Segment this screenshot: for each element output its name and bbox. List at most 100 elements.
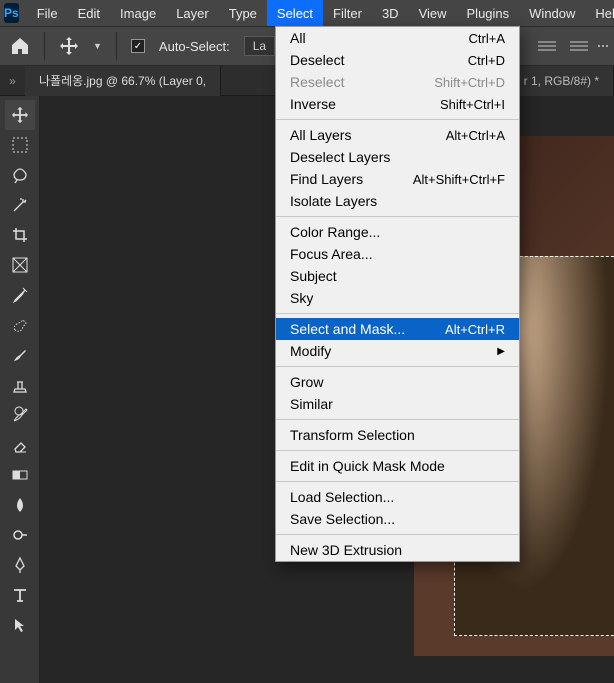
label: Reselect [290,74,344,90]
menu-all-layers[interactable]: All Layers Alt+Ctrl+A [276,124,519,146]
menu-help[interactable]: Help [585,0,614,26]
label: Deselect Layers [290,149,390,165]
label: Modify [290,343,331,359]
label: Sky [290,290,313,306]
menu-subject[interactable]: Subject [276,265,519,287]
menu-new-3d-extrusion[interactable]: New 3D Extrusion [276,539,519,561]
label: Select and Mask... [290,321,405,337]
gradient-tool[interactable] [5,460,35,490]
chevron-down-icon[interactable]: ▼ [93,41,102,51]
blur-tool[interactable] [5,490,35,520]
label: All [290,30,306,46]
label: Edit in Quick Mask Mode [290,458,445,474]
menu-isolate-layers[interactable]: Isolate Layers [276,190,519,212]
menu-window[interactable]: Window [519,0,585,26]
shortcut: Shift+Ctrl+I [440,97,505,112]
menu-edit[interactable]: Edit [68,0,110,26]
home-icon[interactable] [10,37,30,55]
label: Inverse [290,96,336,112]
marquee-tool[interactable] [5,130,35,160]
separator [276,481,519,482]
eyedropper-tool[interactable] [5,280,35,310]
label: Isolate Layers [290,193,377,209]
more-icon[interactable] [602,45,604,47]
menu-find-layers[interactable]: Find LayersAlt+Shift+Ctrl+F [276,168,519,190]
move-tool-icon[interactable] [59,36,79,56]
menu-save-selection[interactable]: Save Selection... [276,508,519,530]
dodge-tool[interactable] [5,520,35,550]
menu-select[interactable]: Select [267,0,323,26]
menu-type[interactable]: Type [219,0,267,26]
document-tab-active[interactable]: 나폴레옹.jpg @ 66.7% (Layer 0, [25,66,221,96]
crop-tool[interactable] [5,220,35,250]
menu-inverse[interactable]: Inverse Shift+Ctrl+I [276,93,519,115]
path-selection-tool[interactable] [5,610,35,640]
menu-3d[interactable]: 3D [372,0,409,26]
menu-modify[interactable]: Modify ▶ [276,340,519,362]
menu-plugins[interactable]: Plugins [457,0,520,26]
magic-wand-tool[interactable] [5,190,35,220]
menu-color-range[interactable]: Color Range... [276,221,519,243]
distribute-icon[interactable] [570,45,588,47]
submenu-arrow-icon: ▶ [497,346,505,357]
shortcut: Shift+Ctrl+D [434,75,505,90]
label: Transform Selection [290,427,415,443]
separator [276,216,519,217]
brush-tool[interactable] [5,340,35,370]
separator [116,32,117,60]
menu-transform-selection[interactable]: Transform Selection [276,424,519,446]
shortcut: Ctrl+D [468,53,505,68]
label: Subject [290,268,337,284]
label: Similar [290,396,333,412]
separator [276,419,519,420]
menu-image[interactable]: Image [110,0,166,26]
auto-select-checkbox[interactable]: ✓ [131,39,145,53]
separator [276,119,519,120]
shortcut: Ctrl+A [469,31,505,46]
label: Color Range... [290,224,380,240]
label: Focus Area... [290,246,372,262]
menu-file[interactable]: File [27,0,68,26]
menu-reselect: Reselect Shift+Ctrl+D [276,71,519,93]
app-logo: Ps [4,3,19,23]
menu-quick-mask[interactable]: Edit in Quick Mask Mode [276,455,519,477]
healing-brush-tool[interactable] [5,310,35,340]
menu-deselect-layers[interactable]: Deselect Layers [276,146,519,168]
shortcut: Alt+Ctrl+R [445,322,505,337]
menu-focus-area[interactable]: Focus Area... [276,243,519,265]
history-brush-tool[interactable] [5,400,35,430]
menu-grow[interactable]: Grow [276,371,519,393]
menu-similar[interactable]: Similar [276,393,519,415]
separator [276,534,519,535]
tab-handle[interactable]: » [0,74,25,88]
align-icon[interactable] [538,45,556,47]
menu-deselect[interactable]: Deselect Ctrl+D [276,49,519,71]
clone-stamp-tool[interactable] [5,370,35,400]
menu-all[interactable]: All Ctrl+A [276,27,519,49]
separator [276,366,519,367]
menu-layer[interactable]: Layer [166,0,219,26]
menu-load-selection[interactable]: Load Selection... [276,486,519,508]
document-tab-background[interactable]: r 1, RGB/8#) * [510,66,614,96]
label: Find Layers [290,171,363,187]
menu-filter[interactable]: Filter [323,0,372,26]
menu-select-and-mask[interactable]: Select and Mask... Alt+Ctrl+R [276,318,519,340]
frame-tool[interactable] [5,250,35,280]
label: All Layers [290,127,351,143]
select-menu-dropdown: All Ctrl+A Deselect Ctrl+D Reselect Shift+C… [275,26,520,562]
label: Save Selection... [290,511,395,527]
move-tool[interactable] [5,100,35,130]
lasso-tool[interactable] [5,160,35,190]
label: Load Selection... [290,489,394,505]
menu-view[interactable]: View [409,0,457,26]
eraser-tool[interactable] [5,430,35,460]
label: Deselect [290,52,344,68]
menu-sky[interactable]: Sky [276,287,519,309]
type-tool[interactable] [5,580,35,610]
auto-select-dropdown[interactable]: La [244,36,275,56]
tool-column [0,96,40,683]
shortcut: Alt+Ctrl+A [446,128,505,143]
pen-tool[interactable] [5,550,35,580]
label: Grow [290,374,323,390]
menu-bar: Ps File Edit Image Layer Type Select Fil… [0,0,614,26]
